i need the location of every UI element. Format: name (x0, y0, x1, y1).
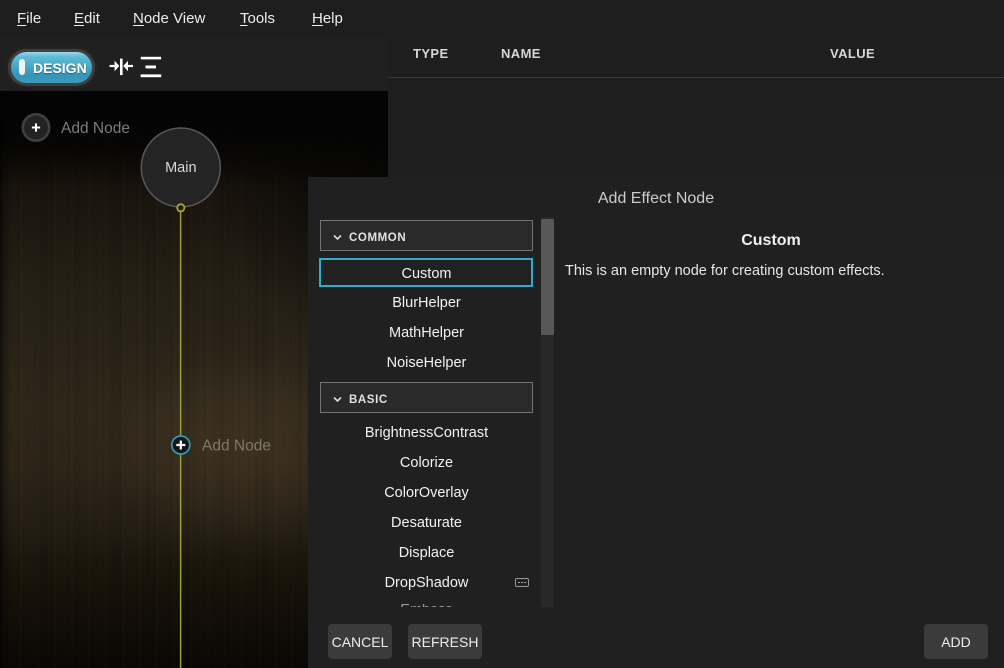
svg-text:Add Node: Add Node (202, 438, 271, 455)
svg-text:Add Node: Add Node (61, 120, 130, 137)
svg-text:Main: Main (165, 160, 196, 176)
